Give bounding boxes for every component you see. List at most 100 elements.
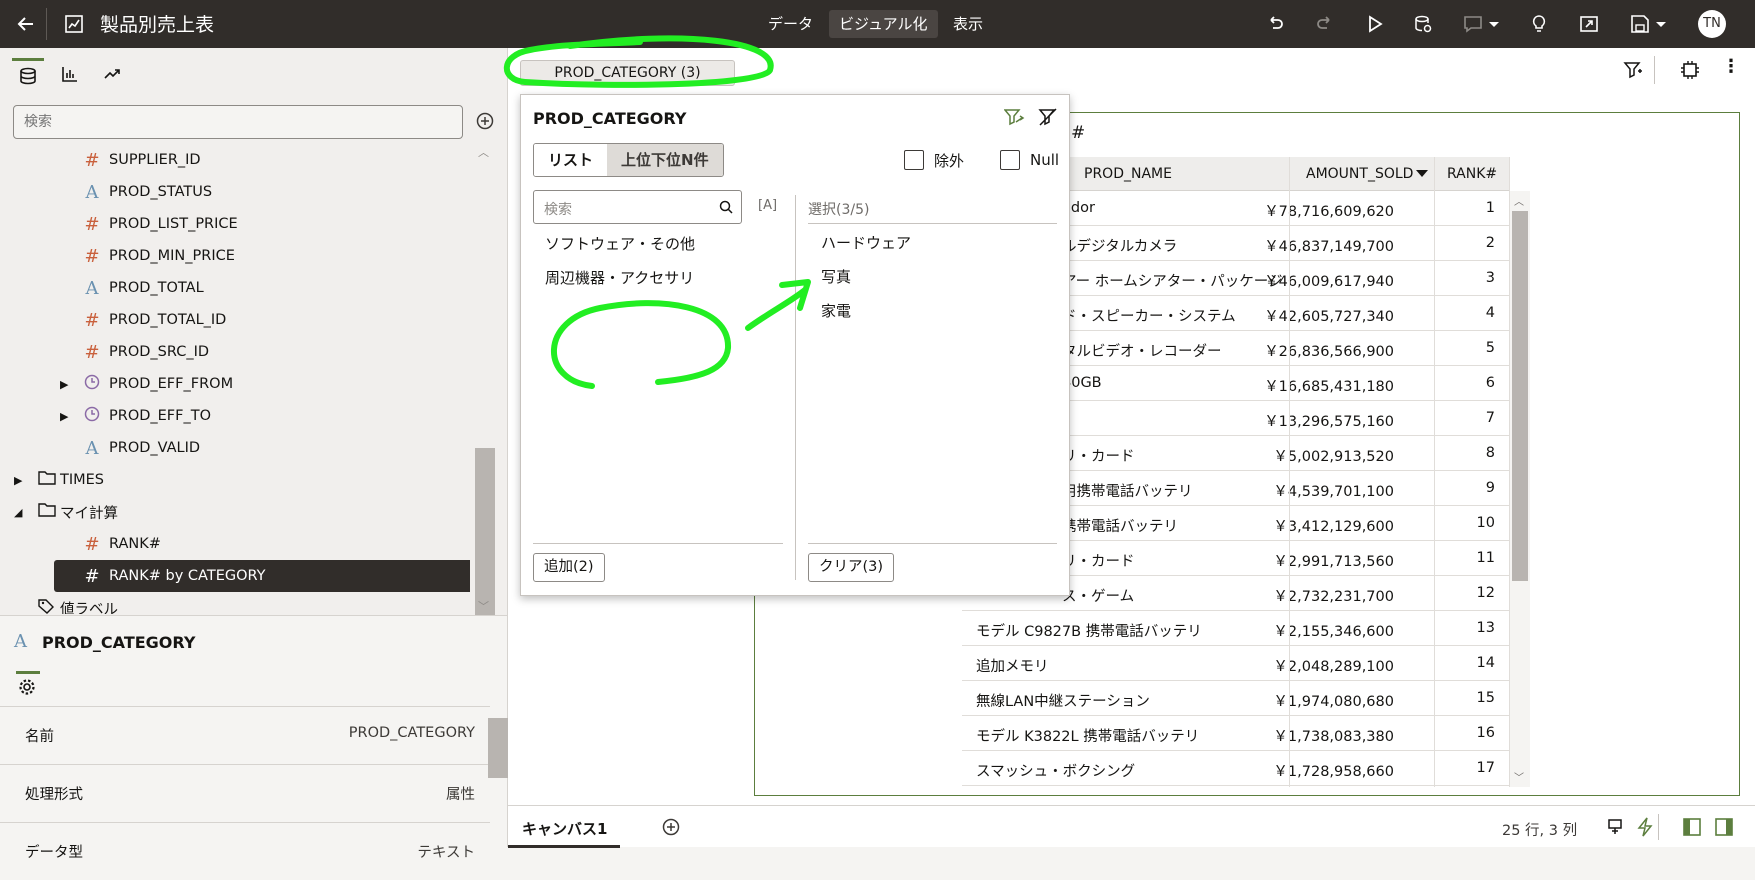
cell-amount-sold: ￥2,991,713,560 bbox=[1273, 554, 1394, 570]
filter-bar-icon[interactable] bbox=[1623, 60, 1643, 84]
data-search-input[interactable] bbox=[13, 105, 463, 139]
tree-item-label: TIMES bbox=[60, 472, 105, 488]
property-row-treat-as[interactable]: 処理形式 属性 bbox=[0, 764, 490, 822]
table-row[interactable]: 無線LAN中継ステーション ￥1,974,080,680 15 bbox=[962, 681, 1510, 716]
expand-icon[interactable]: ▶ bbox=[60, 410, 68, 423]
column-header-prod-name[interactable]: PROD_NAME bbox=[1084, 166, 1172, 182]
available-item[interactable]: 周辺機器・アクセサリ bbox=[545, 267, 694, 288]
expand-icon[interactable]: ▶ bbox=[14, 474, 22, 487]
column-header-amount-sold[interactable]: AMOUNT_SOLD bbox=[1306, 166, 1413, 182]
settings-gear-icon[interactable] bbox=[18, 678, 36, 700]
cell-amount-sold: ￥1,728,958,660 bbox=[1273, 764, 1394, 780]
cell-amount-sold: ￥78,716,609,620 bbox=[1264, 204, 1394, 220]
attribute-icon: A bbox=[85, 277, 99, 299]
run-icon[interactable] bbox=[1360, 0, 1390, 48]
table-scrollbar-thumb[interactable] bbox=[1512, 211, 1528, 581]
undo-icon[interactable] bbox=[1260, 0, 1290, 48]
tree-item[interactable]: A PROD_STATUS bbox=[0, 176, 470, 208]
tree-item[interactable]: # PROD_TOTAL_ID bbox=[0, 304, 470, 336]
sort-desc-icon[interactable] bbox=[1416, 170, 1428, 177]
toggle-left-panel-icon[interactable] bbox=[1682, 817, 1702, 841]
tree-item[interactable]: 値ラベル bbox=[0, 592, 470, 614]
tree-item[interactable]: ▶ TIMES bbox=[0, 464, 470, 496]
tree-item[interactable]: # RANK# by CATEGORY bbox=[54, 560, 470, 592]
properties-scrollbar[interactable] bbox=[488, 718, 508, 778]
table-row[interactable]: スマッシュ・ボクシング ￥1,728,958,660 17 bbox=[962, 751, 1510, 786]
auto-insights-icon[interactable] bbox=[1680, 60, 1700, 84]
analytics-tab-icon[interactable] bbox=[96, 58, 128, 90]
add-canvas-icon[interactable] bbox=[662, 818, 680, 840]
cell-amount-sold: ￥16,685,431,180 bbox=[1264, 379, 1394, 395]
tree-item[interactable]: # SUPPLIER_ID bbox=[0, 144, 470, 176]
cell-rank: 15 bbox=[1476, 690, 1495, 706]
mode-tab-data[interactable]: データ bbox=[758, 10, 823, 38]
comment-icon[interactable] bbox=[1458, 0, 1508, 48]
cell-rank: 6 bbox=[1485, 375, 1495, 391]
toggle-right-panel-icon[interactable] bbox=[1714, 817, 1734, 841]
tree-item[interactable]: A PROD_TOTAL bbox=[0, 272, 470, 304]
user-avatar[interactable]: TN bbox=[1698, 10, 1726, 38]
table-row[interactable]: モデル K3822L 携帯電話バッテリ ￥1,738,083,380 16 bbox=[962, 716, 1510, 751]
null-checkbox[interactable]: Null bbox=[1000, 149, 1059, 171]
mode-tab-visualize[interactable]: ビジュアル化 bbox=[829, 10, 938, 38]
tree-item[interactable]: # PROD_MIN_PRICE bbox=[0, 240, 470, 272]
tree-item[interactable]: A PROD_VALID bbox=[0, 432, 470, 464]
data-tab-icon[interactable] bbox=[12, 58, 44, 90]
selected-item[interactable]: 写真 bbox=[821, 266, 851, 287]
tree-item[interactable]: # PROD_LIST_PRICE bbox=[0, 208, 470, 240]
filter-pin-icon[interactable] bbox=[1003, 108, 1026, 132]
null-checkbox-box[interactable] bbox=[1000, 150, 1020, 170]
canvas-settings-icon[interactable] bbox=[1606, 818, 1624, 840]
available-item[interactable]: ソフトウェア・その他 bbox=[545, 233, 695, 254]
tree-item-label: PROD_VALID bbox=[109, 440, 201, 456]
scroll-down-icon[interactable]: ﹀ bbox=[478, 598, 492, 613]
add-button[interactable]: 追加(2) bbox=[533, 553, 605, 582]
back-icon[interactable] bbox=[8, 0, 44, 48]
filter-chip-prod-category[interactable]: PROD_CATEGORY (3) bbox=[520, 60, 735, 86]
tree-item-label: PROD_EFF_TO bbox=[109, 408, 212, 424]
scroll-up-icon[interactable]: ︿ bbox=[478, 144, 492, 159]
tree-item[interactable]: # PROD_SRC_ID bbox=[0, 336, 470, 368]
collapse-icon[interactable]: ◢ bbox=[14, 506, 22, 519]
add-icon[interactable] bbox=[476, 112, 494, 130]
expand-icon[interactable]: ▶ bbox=[60, 378, 68, 391]
exclude-checkbox-box[interactable] bbox=[904, 150, 924, 170]
scroll-up-icon[interactable]: ︿ bbox=[1514, 193, 1524, 208]
clear-filter-icon[interactable] bbox=[1038, 108, 1058, 132]
mode-tab-present[interactable]: 表示 bbox=[943, 10, 993, 38]
property-row-data-type[interactable]: データ型 テキスト bbox=[0, 822, 490, 880]
redo-icon[interactable] bbox=[1310, 0, 1340, 48]
workbook-title: 製品別売上表 bbox=[100, 14, 215, 36]
tree-item[interactable]: ▶ PROD_EFF_TO bbox=[0, 400, 470, 432]
insight-bulb-icon[interactable] bbox=[1524, 0, 1554, 48]
save-icon[interactable] bbox=[1626, 0, 1674, 48]
visualizations-tab-icon[interactable] bbox=[54, 58, 86, 90]
seg-topn-button[interactable]: 上位下位N件 bbox=[607, 144, 723, 176]
seg-list-button[interactable]: リスト bbox=[534, 144, 608, 176]
top-bar: 製品別売上表 データ ビジュアル化 表示 TN bbox=[0, 0, 1755, 48]
selected-item[interactable]: ハードウェア bbox=[821, 232, 911, 253]
table-row[interactable]: モデル C9827B 携帯電話バッテリ ￥2,155,346,600 13 bbox=[962, 611, 1510, 646]
present-icon[interactable] bbox=[1574, 0, 1604, 48]
canvas-tab[interactable]: キャンバス1 bbox=[522, 818, 607, 839]
filter-search-input[interactable]: 検索 bbox=[533, 190, 742, 224]
cell-amount-sold: ￥26,836,566,900 bbox=[1264, 344, 1394, 360]
tree-item[interactable]: ◢ マイ計算 bbox=[0, 496, 470, 528]
more-menu-icon[interactable]: ⋮ bbox=[1722, 58, 1740, 76]
table-scrollbar[interactable]: ︿ ﹀ bbox=[1510, 191, 1530, 787]
case-sensitive-toggle[interactable]: [A] bbox=[758, 198, 777, 213]
cell-prod-name: モデル K3822L 携帯電話バッテリ bbox=[976, 729, 1200, 745]
scroll-down-icon[interactable]: ﹀ bbox=[1514, 769, 1524, 784]
tree-item[interactable]: ▶ PROD_EFF_FROM bbox=[0, 368, 470, 400]
cell-amount-sold: ￥3,412,129,600 bbox=[1273, 519, 1394, 535]
exclude-checkbox[interactable]: 除外 bbox=[904, 149, 964, 171]
property-key: 処理形式 bbox=[25, 787, 83, 803]
clear-button[interactable]: クリア(3) bbox=[808, 553, 895, 582]
auto-apply-icon[interactable] bbox=[1636, 817, 1654, 841]
tree-item[interactable]: # RANK# bbox=[0, 528, 470, 560]
refresh-data-icon[interactable] bbox=[1408, 0, 1438, 48]
column-header-rank[interactable]: RANK# bbox=[1447, 166, 1497, 182]
selected-item[interactable]: 家電 bbox=[821, 300, 851, 321]
table-row[interactable]: 追加メモリ ￥2,048,289,100 14 bbox=[962, 646, 1510, 681]
property-row-name[interactable]: 名前 PROD_CATEGORY bbox=[0, 706, 490, 764]
